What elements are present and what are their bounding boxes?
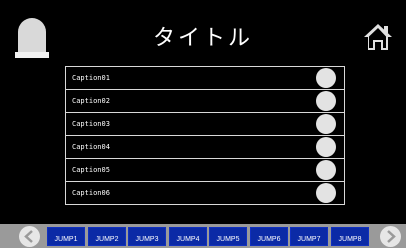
jump-button-3[interactable]: JUMP3: [128, 227, 166, 246]
next-button[interactable]: [380, 226, 401, 247]
jump-button-1[interactable]: JUMP1: [47, 227, 85, 246]
list-item[interactable]: Caption06: [65, 181, 345, 205]
prev-button[interactable]: [19, 226, 40, 247]
list-item-caption: Caption05: [72, 166, 110, 174]
footer-nav-bar: JUMP1 JUMP2 JUMP3 JUMP4 JUMP5 JUMP6 JUMP…: [0, 224, 406, 248]
status-indicator: [316, 160, 336, 180]
list-item[interactable]: Caption01: [65, 66, 345, 89]
jump-button-4[interactable]: JUMP4: [169, 227, 207, 246]
jump-button-8[interactable]: JUMP8: [331, 227, 369, 246]
list-item[interactable]: Caption03: [65, 112, 345, 135]
list-item[interactable]: Caption04: [65, 135, 345, 158]
jump-button-6[interactable]: JUMP6: [250, 227, 288, 246]
page-title: タイトル: [152, 26, 253, 51]
caption-list: Caption01 Caption02 Caption03 Caption04 …: [65, 66, 345, 210]
status-indicator: [316, 91, 336, 111]
list-item[interactable]: Caption02: [65, 89, 345, 112]
list-item-caption: Caption06: [72, 189, 110, 197]
header-bar: タイトル: [0, 0, 406, 68]
list-item-caption: Caption01: [72, 74, 110, 82]
chevron-right-icon: [387, 230, 396, 243]
list-item-caption: Caption02: [72, 97, 110, 105]
jump-button-5[interactable]: JUMP5: [209, 227, 247, 246]
list-item[interactable]: Caption05: [65, 158, 345, 181]
chevron-left-icon: [24, 230, 33, 243]
jump-button-7[interactable]: JUMP7: [290, 227, 328, 246]
list-item-caption: Caption03: [72, 120, 110, 128]
home-icon[interactable]: [363, 22, 393, 52]
jump-button-2[interactable]: JUMP2: [88, 227, 126, 246]
status-indicator: [316, 114, 336, 134]
status-indicator: [316, 183, 336, 203]
status-indicator: [316, 68, 336, 88]
status-indicator: [316, 137, 336, 157]
list-item-caption: Caption04: [72, 143, 110, 151]
